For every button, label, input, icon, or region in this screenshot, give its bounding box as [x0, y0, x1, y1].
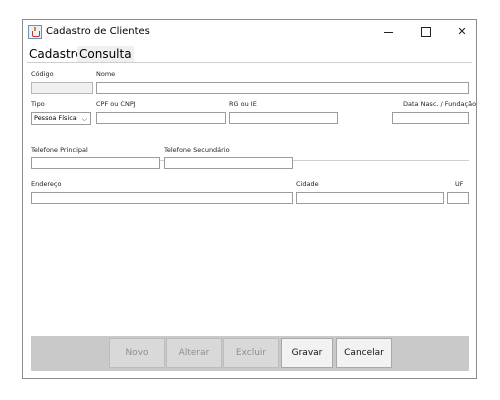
action-button-bar: Novo Alterar Excluir Gravar Cancelar [31, 336, 469, 371]
close-icon: ✕ [457, 25, 467, 38]
novo-button[interactable]: Novo [109, 338, 165, 368]
data-nasc-label: Data Nasc. / Fundação [403, 100, 477, 108]
tel-secundario-field[interactable] [164, 157, 293, 169]
nome-field[interactable] [96, 82, 469, 94]
minimize-button[interactable] [378, 23, 400, 41]
cidade-field[interactable] [296, 192, 444, 204]
endereco-field[interactable] [31, 192, 293, 204]
nome-label: Nome [96, 70, 116, 78]
java-app-icon [28, 25, 42, 39]
tipo-select[interactable]: Pessoa Física ⌵ [31, 112, 91, 125]
tab-consulta[interactable]: Consulta [77, 46, 134, 62]
minimize-icon [384, 32, 393, 33]
excluir-button[interactable]: Excluir [223, 338, 279, 368]
tab-divider [27, 62, 472, 63]
maximize-icon [421, 27, 431, 37]
tel-principal-field[interactable] [31, 157, 160, 169]
uf-label: UF [455, 180, 464, 188]
codigo-field[interactable] [31, 82, 93, 94]
cidade-label: Cidade [296, 180, 319, 188]
window-title: Cadastro de Clientes [46, 26, 150, 37]
cancelar-button[interactable]: Cancelar [336, 338, 392, 368]
rg-ie-field[interactable] [229, 112, 338, 124]
gravar-button[interactable]: Gravar [281, 338, 333, 368]
chevron-down-icon: ⌵ [81, 115, 87, 123]
title-bar: Cadastro de Clientes ✕ [23, 20, 476, 45]
maximize-button[interactable] [415, 23, 437, 41]
tipo-label: Tipo [31, 100, 45, 108]
tel-secundario-label: Telefone Secundário [164, 146, 230, 154]
main-window: Cadastro de Clientes ✕ Cadastro Consulta… [22, 19, 477, 379]
rg-label: RG ou IE [229, 100, 257, 108]
alterar-button[interactable]: Alterar [166, 338, 222, 368]
cpf-cnpj-field[interactable] [96, 112, 226, 124]
uf-field[interactable] [447, 192, 469, 204]
data-nasc-field[interactable] [392, 112, 469, 124]
tipo-select-value: Pessoa Física [34, 114, 77, 122]
tel-principal-label: Telefone Principal [31, 146, 88, 154]
cpf-label: CPF ou CNPJ [96, 100, 136, 108]
endereco-label: Endereço [31, 180, 62, 188]
close-button[interactable]: ✕ [451, 23, 473, 41]
codigo-label: Código [31, 70, 54, 78]
